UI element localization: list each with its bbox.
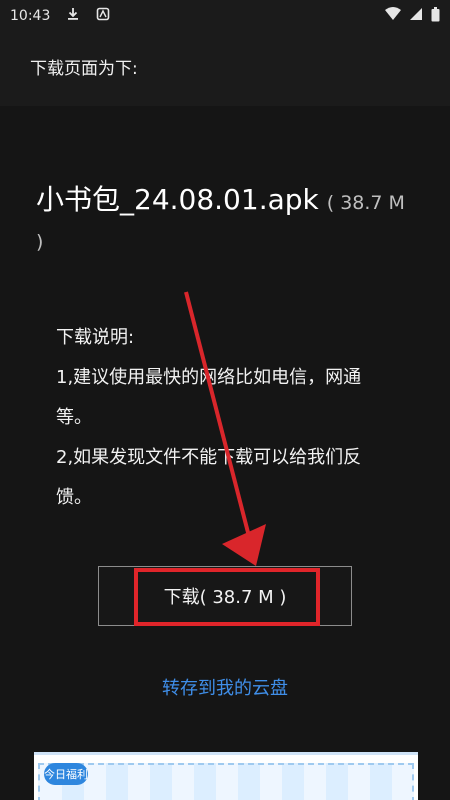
signal-icon [409, 7, 423, 25]
wifi-icon [385, 7, 401, 25]
instructions-line-2: 2,如果发现文件不能下载可以给我们反馈。 [56, 447, 362, 508]
download-button[interactable]: 下载( 38.7 M ) [98, 566, 352, 626]
status-time: 10:43 [10, 8, 51, 24]
status-left: 10:43 [10, 7, 110, 25]
download-notification-icon [66, 7, 80, 25]
status-bar: 10:43 [0, 0, 450, 32]
ad-banner[interactable]: 今日福利 [34, 752, 418, 800]
download-content: 小书包_24.08.01.apk( 38.7 M ) 下载说明: 1,建议使用最… [0, 106, 450, 800]
instructions-line-1: 1,建议使用最快的网络比如电信，网通等。 [56, 367, 362, 428]
download-button-label: 下载( 38.7 M ) [163, 587, 287, 608]
file-name: 小书包_24.08.01.apk [36, 183, 319, 216]
file-title: 小书包_24.08.01.apk( 38.7 M ) [36, 182, 416, 260]
instructions-heading: 下载说明: [56, 327, 135, 348]
ad-pattern [38, 763, 414, 800]
battery-icon [431, 6, 440, 26]
ad-badge: 今日福利 [44, 763, 88, 785]
page-title: 下载页面为下: [30, 59, 138, 79]
page-header: 下载页面为下: [0, 32, 450, 106]
download-instructions: 下载说明: 1,建议使用最快的网络比如电信，网通等。 2,如果发现文件不能下载可… [56, 318, 396, 518]
status-right [385, 6, 440, 26]
app-notification-icon [96, 7, 110, 25]
save-to-cloud-link[interactable]: 转存到我的云盘 [0, 674, 450, 700]
